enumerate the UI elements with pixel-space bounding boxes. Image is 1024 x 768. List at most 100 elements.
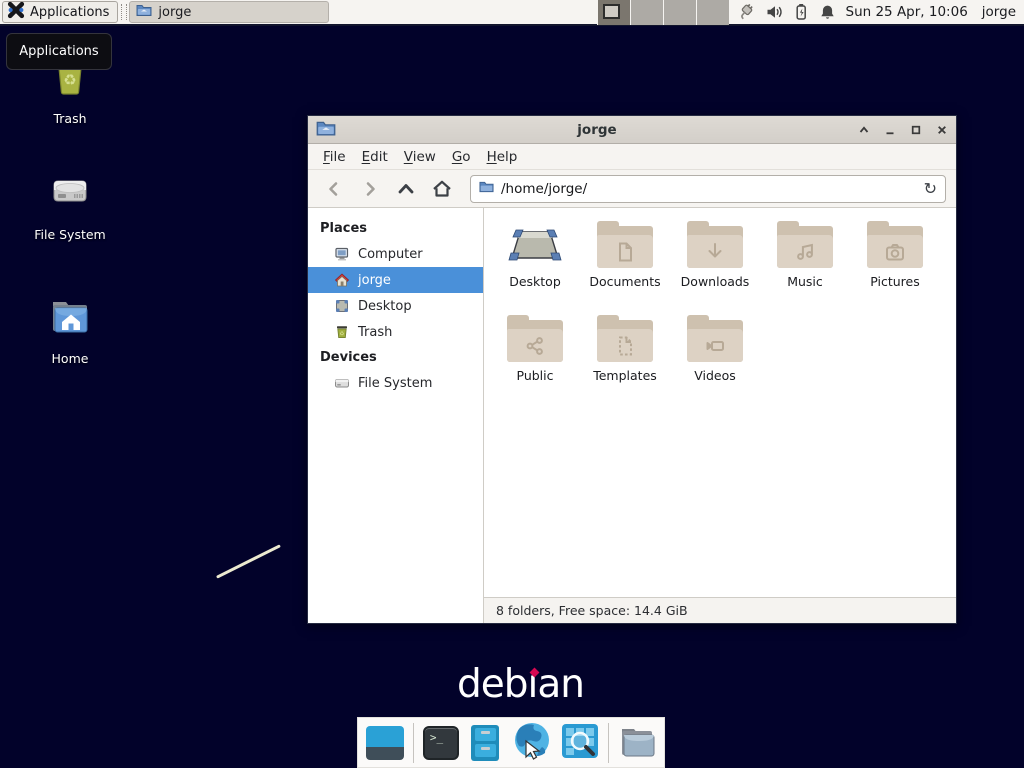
folder-label: Desktop xyxy=(509,274,561,289)
desktop-icon xyxy=(334,298,350,314)
folder-label: Public xyxy=(517,368,554,383)
taskbar-window-button[interactable]: jorge xyxy=(129,1,329,23)
sidebar-item-label: Desktop xyxy=(358,299,412,314)
taskbar-window-label: jorge xyxy=(158,5,191,20)
file-manager-launcher[interactable] xyxy=(468,723,503,763)
desktop-icon-home[interactable]: Home xyxy=(18,292,122,366)
sidebar-item-computer[interactable]: Computer xyxy=(308,241,483,267)
desktop-icon-label: File System xyxy=(34,227,106,242)
volume-icon[interactable] xyxy=(766,4,783,20)
path-entry[interactable]: /home/jorge/ ↻ xyxy=(470,175,946,203)
folder-item-videos[interactable]: Videos xyxy=(670,314,760,408)
desktop-icon-filesystem[interactable]: File System xyxy=(18,168,122,242)
terminal-launcher[interactable]: >_ xyxy=(423,723,459,763)
folder-item-downloads[interactable]: Downloads xyxy=(670,220,760,314)
menu-help[interactable]: Help xyxy=(479,149,526,165)
panel-username[interactable]: jorge xyxy=(982,4,1016,20)
sidebar-item-label: Trash xyxy=(358,325,392,340)
notifications-bell-icon[interactable] xyxy=(819,4,836,21)
window-titlebar[interactable]: jorge xyxy=(308,116,956,144)
path-folder-icon xyxy=(479,179,494,198)
panel-clock[interactable]: Sun 25 Apr, 10:06 xyxy=(846,4,968,20)
workspace-cell-1[interactable] xyxy=(597,0,630,25)
sidebar-item-label: Computer xyxy=(358,247,423,262)
dock-separator xyxy=(413,723,414,763)
desktop-icon-label: Home xyxy=(52,351,89,366)
folder-item-templates[interactable]: Templates xyxy=(580,314,670,408)
applications-menu-button[interactable]: Applications xyxy=(2,1,118,23)
maximize-button[interactable] xyxy=(910,124,922,136)
back-button[interactable] xyxy=(318,175,350,203)
terminal-icon: >_ xyxy=(423,726,459,760)
harddrive-icon xyxy=(334,375,350,391)
applications-tooltip: Applications xyxy=(6,33,112,70)
menu-edit[interactable]: Edit xyxy=(354,149,396,165)
globe-icon xyxy=(512,721,552,765)
window-folder-icon xyxy=(316,118,336,142)
sidebar-header-devices: Devices xyxy=(308,345,483,370)
folder-icon xyxy=(136,2,152,22)
shade-button[interactable] xyxy=(858,124,870,136)
folder-grid: Desktop Documents xyxy=(484,208,956,597)
folder-label: Downloads xyxy=(681,274,750,289)
sidebar-item-label: jorge xyxy=(358,273,391,288)
harddrive-icon xyxy=(46,168,94,220)
forward-button[interactable] xyxy=(354,175,386,203)
workspace-cell-2[interactable] xyxy=(630,0,663,25)
web-browser-launcher[interactable] xyxy=(512,723,552,763)
folder-item-public[interactable]: Public xyxy=(490,314,580,408)
network-wired-icon[interactable] xyxy=(737,3,756,21)
templates-folder-icon xyxy=(597,320,653,362)
menu-file[interactable]: File xyxy=(315,149,354,165)
menubar: File Edit View Go Help xyxy=(308,144,956,170)
folder-label: Pictures xyxy=(870,274,920,289)
public-folder-icon xyxy=(507,320,563,362)
dock-separator xyxy=(608,723,609,763)
svg-text:♻: ♻ xyxy=(63,71,76,89)
home-folder-icon xyxy=(46,292,94,344)
directory-menu-button[interactable] xyxy=(618,723,656,763)
sidebar-item-desktop[interactable]: Desktop xyxy=(308,293,483,319)
panel-handle[interactable] xyxy=(121,4,127,20)
app-finder-icon xyxy=(561,723,599,763)
folder-label: Documents xyxy=(589,274,660,289)
path-text[interactable]: /home/jorge/ xyxy=(501,181,917,197)
workspace-window-preview xyxy=(603,4,620,19)
sidebar-item-filesystem[interactable]: File System xyxy=(308,370,483,396)
sidebar-item-jorge[interactable]: jorge xyxy=(308,267,483,293)
reload-icon[interactable]: ↻ xyxy=(924,181,937,197)
file-cabinet-icon xyxy=(471,725,499,761)
menu-go[interactable]: Go xyxy=(444,149,479,165)
sidebar: Places Computer xyxy=(308,208,484,623)
xfce-menu-icon xyxy=(7,1,25,23)
folder-label: Music xyxy=(787,274,823,289)
minimize-button[interactable] xyxy=(884,124,896,136)
workspace-cell-4[interactable] xyxy=(696,0,729,25)
folder-item-music[interactable]: Music xyxy=(760,220,850,314)
downloads-folder-icon xyxy=(687,226,743,268)
statusbar: 8 folders, Free space: 14.4 GiB xyxy=(484,597,956,623)
battery-charging-icon[interactable] xyxy=(793,3,809,21)
gray-folder-icon xyxy=(618,723,656,763)
toolbar: /home/jorge/ ↻ xyxy=(308,170,956,208)
system-tray xyxy=(737,3,836,21)
folder-item-pictures[interactable]: Pictures xyxy=(850,220,940,314)
sidebar-item-trash[interactable]: ♻ Trash xyxy=(308,319,483,345)
folder-item-documents[interactable]: Documents xyxy=(580,220,670,314)
pictures-folder-icon xyxy=(867,226,923,268)
menu-view[interactable]: View xyxy=(396,149,444,165)
folder-item-desktop[interactable]: Desktop xyxy=(490,220,580,314)
trash-icon: ♻ xyxy=(334,324,350,340)
desktop-special-icon xyxy=(506,220,564,268)
up-button[interactable] xyxy=(390,175,422,203)
file-manager-window: jorge File Edit View Go Help xyxy=(307,115,957,624)
workspace-cell-3[interactable] xyxy=(663,0,696,25)
show-desktop-button[interactable] xyxy=(366,723,404,763)
home-button[interactable] xyxy=(426,175,458,203)
content-column: Desktop Documents xyxy=(484,208,956,623)
svg-text:♻: ♻ xyxy=(340,331,345,337)
music-folder-icon xyxy=(777,226,833,268)
app-finder-launcher[interactable] xyxy=(561,723,599,763)
close-button[interactable] xyxy=(936,124,948,136)
debian-logo: debıan xyxy=(457,662,584,707)
